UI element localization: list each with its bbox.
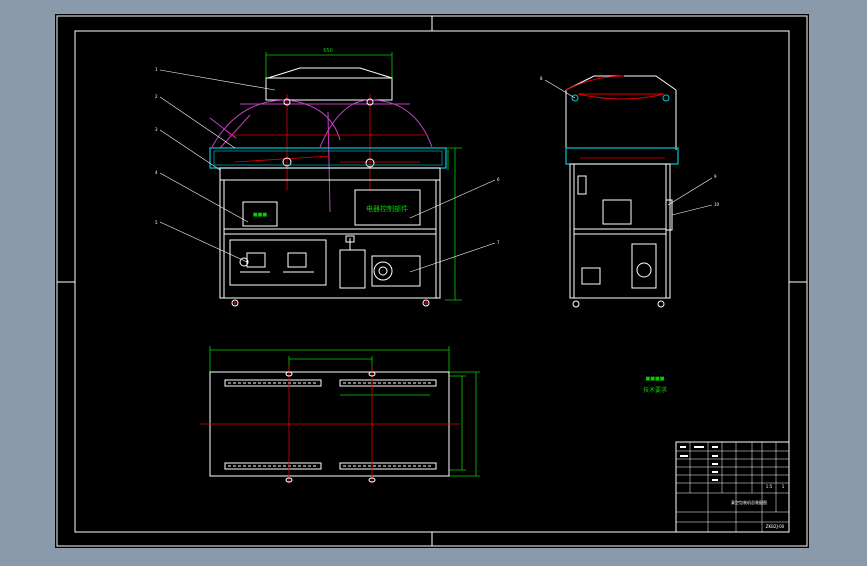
dim-text-top: 650 bbox=[323, 48, 333, 54]
drawing-name: 真空包装机总装配图 bbox=[731, 499, 767, 505]
drawing-number: ZKBZJ-00 bbox=[766, 524, 785, 529]
svg-text:10: 10 bbox=[714, 202, 720, 207]
drawing-sheet-number: 1 bbox=[782, 484, 785, 489]
note-label: 技术要求 bbox=[643, 386, 667, 394]
electrical-panel-label: 电器控制部件 bbox=[366, 204, 408, 213]
note-title: ■■■■ bbox=[646, 376, 665, 382]
transformer-label: ■■■ bbox=[253, 212, 267, 218]
drawing-scale: 1:5 bbox=[766, 484, 773, 489]
drawing-sheet bbox=[55, 14, 809, 548]
cad-viewport[interactable]: 650 电器控制部件 ■■■ 1 2 3 4 5 6 7 8 9 10 ■■■■… bbox=[0, 0, 867, 562]
